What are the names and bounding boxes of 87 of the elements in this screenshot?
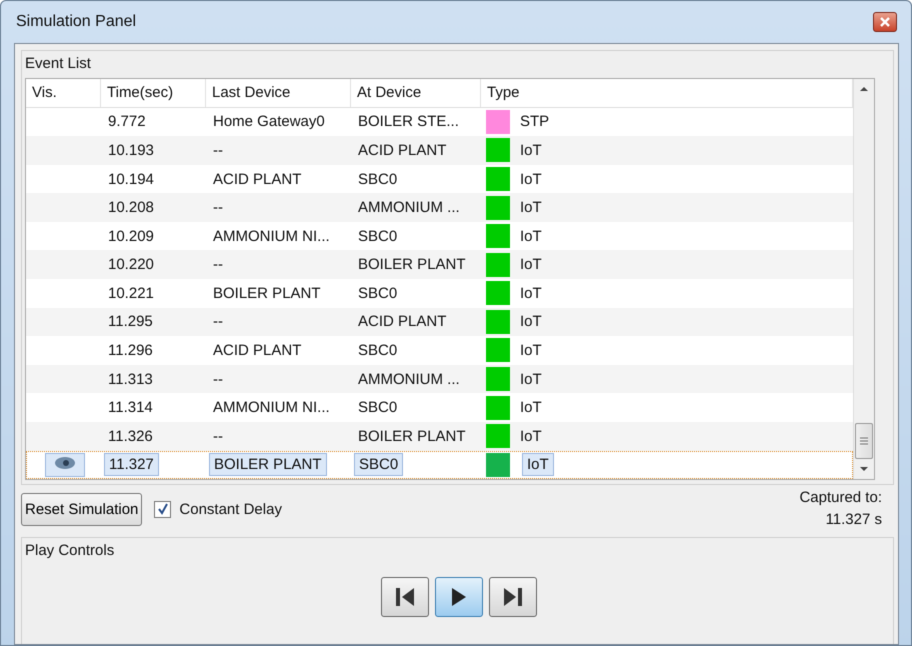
event-row[interactable]: 9.772 Home Gateway0 BOILER STE... STP bbox=[26, 108, 853, 136]
table-cell-text: 10.194 bbox=[107, 170, 155, 188]
table-cell-text: SBC0 bbox=[357, 228, 398, 245]
skip-forward-icon bbox=[502, 586, 524, 608]
table-cell-text: ACID PLANT bbox=[357, 142, 448, 159]
close-button[interactable] bbox=[873, 12, 897, 32]
table-cell-text: AMMONIUM NI... bbox=[212, 399, 331, 416]
table-cell: IoT bbox=[520, 284, 542, 302]
table-cell-text: SBC0 bbox=[357, 342, 398, 359]
table-cell: IoT bbox=[520, 170, 542, 188]
table-cell-text: 11.296 bbox=[107, 342, 154, 359]
event-row[interactable]: 11.327 BOILER PLANT SBC0 IoT bbox=[26, 450, 853, 480]
table-cell-text: BOILER PLANT bbox=[357, 428, 467, 445]
table-cell-text: 10.220 bbox=[107, 256, 155, 274]
play-icon bbox=[451, 587, 467, 607]
table-cell: IoT bbox=[522, 453, 554, 476]
table-cell-text: 10.221 bbox=[107, 284, 155, 302]
table-cell: IoT bbox=[520, 399, 542, 416]
table-cell: IoT bbox=[520, 256, 542, 274]
group-title: Event List bbox=[25, 55, 92, 74]
table-cell: IoT bbox=[520, 342, 542, 359]
event-row[interactable]: 11.326 -- BOILER PLANT IoT bbox=[26, 422, 853, 450]
table-cell-text: BOILER PLANT bbox=[212, 284, 322, 302]
table-cell-text: ACID PLANT bbox=[212, 170, 302, 188]
table-cell-text: -- bbox=[212, 199, 224, 216]
table-cell-text: ACID PLANT bbox=[357, 313, 448, 330]
column-header[interactable]: Vis. bbox=[26, 79, 101, 107]
table-cell-text: AMMONIUM ... bbox=[357, 199, 461, 216]
forward-button[interactable] bbox=[489, 577, 537, 617]
event-row[interactable]: 10.220 -- BOILER PLANT IoT bbox=[26, 250, 853, 280]
table-cell-text: -- bbox=[212, 428, 224, 445]
table-cell-text: 10.193 bbox=[107, 142, 155, 159]
column-header[interactable]: Time(sec) bbox=[101, 79, 206, 107]
scrollbar[interactable] bbox=[853, 79, 874, 479]
table-cell: IoT bbox=[520, 142, 542, 159]
table-cell: IoT bbox=[520, 428, 542, 445]
table-cell-text: -- bbox=[212, 370, 224, 388]
event-row[interactable]: 10.208 -- AMMONIUM ... IoT bbox=[26, 193, 853, 222]
event-row[interactable]: 10.209 AMMONIUM NI... SBC0 IoT bbox=[26, 222, 853, 250]
table-cell-text: 11.314 bbox=[107, 399, 154, 416]
reset-simulation-button[interactable]: Reset Simulation bbox=[21, 492, 142, 526]
column-header[interactable]: Last Device bbox=[206, 79, 351, 107]
play-button[interactable] bbox=[435, 577, 483, 617]
table-cell-text: 11.295 bbox=[107, 313, 154, 330]
table-cell: IoT bbox=[520, 199, 542, 216]
event-row[interactable]: 11.313 -- AMMONIUM ... IoT bbox=[26, 364, 853, 394]
event-row[interactable]: 11.296 ACID PLANT SBC0 IoT bbox=[26, 336, 853, 365]
table-cell: IoT bbox=[520, 228, 542, 245]
back-button[interactable] bbox=[381, 577, 429, 617]
event-row[interactable]: 10.194 ACID PLANT SBC0 IoT bbox=[26, 164, 853, 194]
skip-back-icon bbox=[394, 586, 416, 608]
table-cell-text: Home Gateway0 bbox=[212, 113, 326, 130]
captured-label: Captured to: bbox=[799, 488, 882, 508]
table-cell-text: -- bbox=[212, 313, 224, 330]
column-header[interactable]: At Device bbox=[351, 79, 481, 107]
table-cell-text: SBC0 bbox=[357, 170, 398, 188]
table-cell-text: 11.326 bbox=[107, 428, 154, 445]
table-cell: 11.327 bbox=[104, 453, 159, 476]
table-cell-text: AMMONIUM ... bbox=[357, 370, 461, 388]
group-title: Play Controls bbox=[25, 542, 116, 561]
captured-value: 11.327 s bbox=[824, 510, 882, 530]
table-cell: BOILER PLANT bbox=[209, 453, 327, 476]
table-cell-text: -- bbox=[212, 256, 224, 274]
table-cell: SBC0 bbox=[354, 453, 404, 476]
event-row[interactable]: 11.314 AMMONIUM NI... SBC0 IoT bbox=[26, 393, 853, 422]
table-cell-text: 10.208 bbox=[107, 199, 155, 216]
scroll-thumb[interactable] bbox=[855, 423, 873, 459]
event-row[interactable]: 10.193 -- ACID PLANT IoT bbox=[26, 136, 853, 165]
table-cell-text: 9.772 bbox=[107, 113, 147, 130]
event-row[interactable]: 11.295 -- ACID PLANT IoT bbox=[26, 308, 853, 336]
table-cell-text: BOILER PLANT bbox=[357, 256, 467, 274]
table-cell-text: SBC0 bbox=[357, 399, 398, 416]
window-title: Simulation Panel bbox=[15, 13, 136, 31]
close-icon bbox=[880, 17, 890, 27]
table-cell-text: -- bbox=[212, 142, 224, 159]
table-cell-text: ACID PLANT bbox=[212, 342, 302, 359]
table-cell-text: BOILER STE... bbox=[357, 113, 460, 130]
table-cell-text: 11.313 bbox=[107, 370, 154, 388]
table-cell-text: 10.209 bbox=[107, 228, 155, 245]
checkbox[interactable] bbox=[154, 500, 172, 518]
checkbox-label: Constant Delay bbox=[179, 500, 282, 518]
table-cell: STP bbox=[520, 113, 550, 130]
table-cell: IoT bbox=[520, 370, 542, 388]
table-cell: IoT bbox=[520, 313, 542, 330]
table-cell-text: SBC0 bbox=[357, 284, 398, 302]
event-row[interactable]: 10.221 BOILER PLANT SBC0 IoT bbox=[26, 279, 853, 308]
table-cell-text: AMMONIUM NI... bbox=[212, 228, 331, 245]
